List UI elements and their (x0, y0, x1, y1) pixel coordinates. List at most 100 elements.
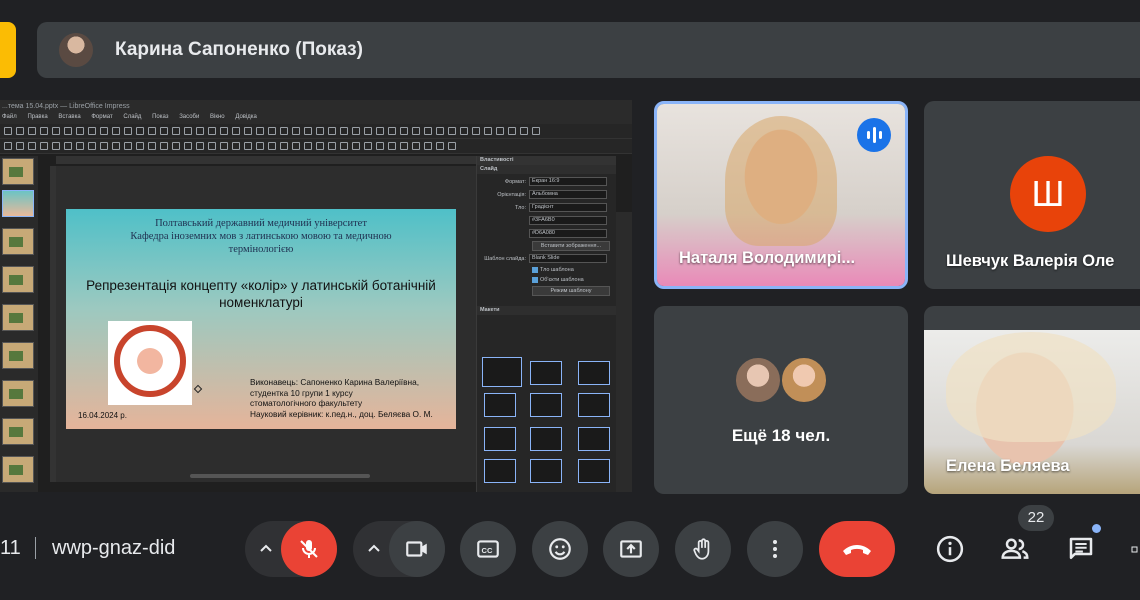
participant-tile-speaking[interactable]: Наталя Володимирі... (654, 101, 908, 289)
camera-icon (406, 541, 427, 557)
background-select: Градієнт (529, 203, 607, 212)
chat-button[interactable] (1064, 532, 1098, 566)
performer-line: Виконавець: Сапоненко Карина Валеріївна, (250, 377, 420, 387)
participant-name: Шевчук Валерія Оле (946, 252, 1115, 270)
raise-hand-button[interactable] (675, 521, 731, 577)
more-participants-tile[interactable]: Ещё 18 чел. (654, 306, 908, 494)
background-label: Тло: (515, 204, 526, 211)
participant-tile[interactable]: ⁄ Ш Шевчук Валерія Оле (924, 101, 1140, 289)
checkbox-icon (532, 267, 538, 273)
slide-university: Полтавський державний медичний університ… (66, 217, 456, 256)
app-window-title: ...тема 15.04.pptx — LibreOffice Impress (0, 100, 632, 114)
slide-thumbnail (2, 304, 34, 331)
mic-options-chevron-icon[interactable] (254, 537, 278, 561)
orientation-label: Орієнтація: (497, 191, 526, 198)
layout-option (530, 427, 562, 451)
app-toolbar-2 (0, 139, 632, 154)
slide-thumbnails (0, 156, 38, 492)
meeting-code: wwp-gnaz-did (52, 537, 176, 559)
meeting-details-button[interactable] (933, 532, 967, 566)
people-button[interactable] (998, 532, 1032, 566)
shared-screen[interactable]: ...тема 15.04.pptx — LibreOffice Impress… (0, 100, 632, 492)
vertical-ruler (50, 166, 56, 482)
layout-option (484, 459, 516, 483)
more-vert-icon (773, 540, 777, 558)
format-select: Екран 16:9 (529, 177, 607, 186)
captions-button[interactable]: CC (460, 521, 516, 577)
master-select: Blank Slide (529, 254, 607, 263)
gradient-color-2: #D6A080 (529, 229, 607, 238)
present-icon (620, 540, 642, 558)
chat-unread-dot (1092, 524, 1101, 533)
people-count-badge: 22 (1018, 505, 1054, 531)
format-label: Формат: (504, 178, 526, 185)
slide-topic: Репрезентація концепту «колір» у латинсь… (86, 278, 436, 310)
master-mode-button: Режим шаблону (532, 286, 610, 296)
app-menubar: Файл Правка Вставка Формат Слайд Показ З… (0, 114, 632, 124)
app-toolbar-1 (0, 124, 632, 139)
layout-option (530, 393, 562, 417)
menu-item: Формат (91, 114, 113, 120)
insert-image-button: Вставити зображення... (532, 241, 610, 251)
participant-name: Наталя Володимирі... (679, 249, 856, 267)
slide-thumbnail (2, 342, 34, 369)
hand-icon (693, 538, 710, 560)
presenter-avatar (59, 33, 93, 67)
menu-item: Правка (27, 114, 48, 120)
activities-button[interactable] (1128, 532, 1140, 566)
present-screen-button[interactable] (603, 521, 659, 577)
master-label: Шаблон слайда: (484, 255, 526, 262)
layout-option (578, 427, 610, 451)
camera-options-chevron-icon[interactable] (362, 537, 386, 561)
layout-option (530, 361, 562, 385)
slide-thumbnail (2, 456, 34, 483)
leave-call-button[interactable] (819, 521, 895, 577)
slide-performer: Виконавець: Сапоненко Карина Валеріївна,… (250, 377, 450, 419)
mic-toggle-button[interactable] (281, 521, 337, 577)
participant-tile[interactable]: ⁄ Елена Беляева (924, 306, 1140, 494)
emoji-icon (549, 538, 571, 560)
reactions-button[interactable] (532, 521, 588, 577)
slide-department: Кафедра іноземних мов з латинською мовою… (130, 231, 392, 255)
menu-item: Слайд (123, 114, 142, 120)
menu-item: Вставка (58, 114, 81, 120)
layout-option (484, 427, 516, 451)
slide-thumbnail (2, 380, 34, 407)
more-participants-label: Ещё 18 чел. (731, 426, 831, 445)
horizontal-scrollbar (190, 474, 370, 478)
presenter-banner: Карина Сапоненко (Показ) (37, 22, 1140, 78)
checkbox-icon (532, 277, 538, 283)
slide-thumbnail (2, 266, 34, 293)
slide-thumbnail-active (2, 190, 34, 217)
menu-item: Вікно (210, 114, 225, 120)
slide-thumbnail (2, 228, 34, 255)
layout-option (482, 357, 522, 387)
section-layouts: Макети (477, 306, 616, 315)
slide-university-name: Полтавський державний медичний університ… (155, 218, 367, 229)
camera-toggle-button[interactable] (389, 521, 445, 577)
performer-line: стоматологічного факультету (250, 398, 363, 408)
horizontal-ruler (56, 156, 476, 164)
activities-icon (1131, 546, 1138, 553)
menu-item: Засоби (179, 114, 200, 120)
phone-hangup-icon (843, 545, 871, 555)
gradient-color-1: #3FA6B0 (529, 216, 607, 225)
info-icon (936, 535, 964, 563)
closed-captions-icon: CC (477, 540, 499, 558)
presenting-indicator (0, 22, 16, 78)
divider (35, 537, 36, 559)
layout-option (578, 393, 610, 417)
people-icon (1001, 538, 1029, 559)
layouts-grid (476, 351, 616, 491)
section-slide: Слайд (477, 165, 616, 174)
layout-option (578, 361, 610, 385)
more-options-button[interactable] (747, 521, 803, 577)
menu-item: Показ (152, 114, 169, 120)
speaking-indicator-icon (857, 118, 891, 152)
chat-icon (1069, 537, 1093, 559)
layout-option (484, 393, 516, 417)
properties-title: Властивості (477, 156, 616, 165)
slide-thumbnail (2, 158, 34, 185)
slide-date: 16.04.2024 р. (78, 411, 127, 420)
participant-avatar-initial: Ш (1010, 156, 1086, 232)
